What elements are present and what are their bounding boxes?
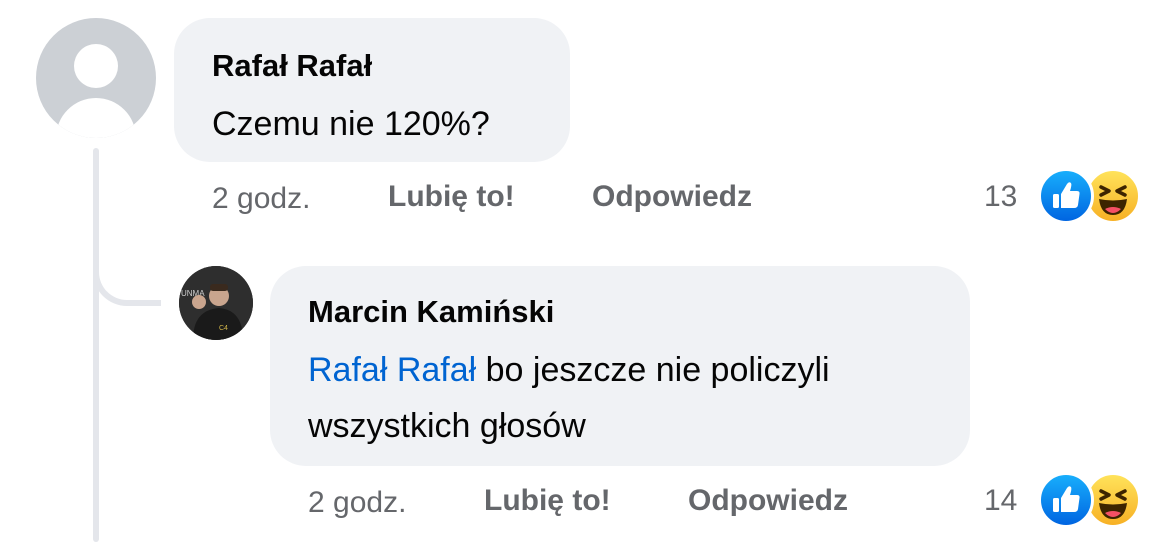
comment-text: Czemu nie 120%? — [212, 105, 490, 143]
like-icon — [1038, 472, 1094, 528]
avatar[interactable] — [36, 18, 156, 138]
reply-text: bo jeszcze nie policzyli — [476, 351, 830, 389]
reply-text-line1: Rafał Rafał bo jeszcze nie policzyli — [308, 342, 830, 398]
like-button[interactable]: Lubię to! — [484, 484, 611, 518]
reply-button[interactable]: Odpowiedz — [592, 180, 752, 214]
thread-line — [93, 148, 99, 542]
reply-connector — [93, 240, 161, 306]
avatar-body-shape — [56, 98, 136, 138]
reply-text-line2: wszystkich głosów — [308, 407, 586, 445]
reaction-count[interactable]: 14 — [984, 484, 1017, 518]
comment-author[interactable]: Rafał Rafał — [212, 48, 372, 84]
avatar[interactable]: UNMA C4 — [179, 266, 253, 340]
reply-bubble: Marcin Kamiński Rafał Rafał bo jeszcze n… — [270, 266, 970, 466]
reply-time[interactable]: 2 godz. — [308, 486, 406, 520]
reply-button[interactable]: Odpowiedz — [688, 484, 848, 518]
reaction-count[interactable]: 13 — [984, 180, 1017, 214]
comment-time[interactable]: 2 godz. — [212, 182, 310, 216]
like-button[interactable]: Lubię to! — [388, 180, 515, 214]
comment-bubble: Rafał Rafał Czemu nie 120%? — [174, 18, 570, 162]
mention-link[interactable]: Rafał Rafał — [308, 351, 476, 389]
like-icon — [1038, 168, 1094, 224]
avatar-head-shape — [74, 44, 118, 88]
svg-text:C4: C4 — [219, 325, 228, 332]
reply-author[interactable]: Marcin Kamiński — [308, 294, 554, 330]
